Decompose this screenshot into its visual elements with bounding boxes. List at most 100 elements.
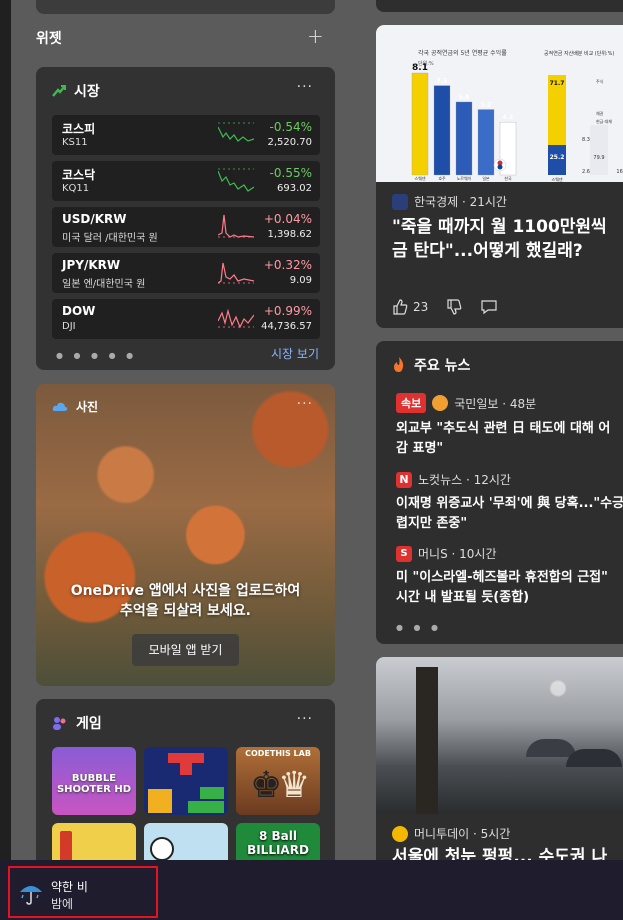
onedrive-cloud-icon [52, 402, 68, 411]
taskbar [0, 860, 623, 920]
news-meta: 속보 국민일보 · 48분 [396, 393, 623, 413]
news-item[interactable]: 속보 국민일보 · 48분 외교부 "추도식 관련 日 태도에 대해 어 감 표… [396, 393, 623, 459]
news-meta: S 머니S · 10시간 [396, 545, 623, 562]
ticker-change: -0.55% [269, 166, 312, 180]
like-count: 23 [413, 300, 429, 314]
game-tile-chess[interactable]: CODETHIS LAB ♚ ♛ [236, 747, 320, 815]
top-news-header: 주요 뉴스 [392, 355, 470, 375]
umbrella-rain-icon[interactable] [18, 880, 44, 906]
ticker-name: 코스닥 [62, 168, 96, 182]
thumbs-down-icon[interactable] [446, 299, 462, 315]
news-headline-line2: 시간 내 발표될 듯(종합) [396, 590, 530, 605]
ticker-price: 2,520.70 [267, 137, 312, 148]
game-tile-blocks[interactable] [144, 747, 228, 815]
ticker-change: +0.99% [263, 304, 312, 318]
ticker-code: KS11 [62, 137, 88, 148]
top-story-stub[interactable] [376, 0, 623, 12]
weather-time[interactable]: 밤에 [51, 895, 73, 912]
like-button[interactable]: 23 [392, 299, 428, 315]
story-source: 한국경제 · 21시간 [392, 193, 507, 210]
story-infographic: 각국 공적연금의 5년 연평균 수익률 단위:% 8.1 스웨덴 7.1 호주 5.8 노르웨… [376, 25, 623, 182]
ticker-price: 1,398.62 [267, 229, 312, 240]
market-row-dow[interactable]: DOW DJI +0.99% 44,736.57 [52, 299, 320, 339]
widgets-panel: 위젯 + 시장 ··· 코스피 KS11 -0.54% 2,520.70 코스닥… [0, 0, 623, 860]
story-headline[interactable]: "죽을 때까지 월 1100만원씩 금 탄다"...어떻게 했길래? [392, 215, 623, 263]
photos-message-line2: 추억을 되살려 보세요. [120, 603, 251, 619]
top-news-card[interactable]: 주요 뉴스 속보 국민일보 · 48분 외교부 "추도식 관련 日 태도에 대해… [376, 341, 623, 644]
market-widget[interactable]: 시장 ··· 코스피 KS11 -0.54% 2,520.70 코스닥 KQ11… [36, 67, 335, 370]
ticker-code: 미국 달러 /대한민국 원 [62, 233, 158, 244]
moneytoday-logo-icon [392, 825, 408, 842]
photos-message-line1: OneDrive 앱에서 사진을 업로드하여 [70, 583, 301, 599]
top-button-stub[interactable] [36, 0, 335, 14]
top-news-pager[interactable]: ● ● ● [396, 623, 442, 632]
infographic-legend: 현금·대체 [596, 118, 612, 124]
blocks-art [148, 753, 224, 813]
infographic-bar-label: 4.2 [503, 114, 514, 121]
story-headline[interactable]: 서울에 첫눈 펑펑... 수도권 나 [392, 845, 623, 860]
news-story-card[interactable]: 각국 공적연금의 5년 연평균 수익률 단위:% 8.1 스웨덴 7.1 호주 5.8 노르웨… [376, 25, 623, 328]
infographic-right-title: 공적연금 자산배분 비교 (단위:%) [544, 50, 614, 57]
breaking-badge: 속보 [396, 393, 427, 413]
news-source: 머니S · 10시간 [418, 547, 497, 561]
game-tile-pipes[interactable] [52, 823, 136, 860]
add-widget-button[interactable]: + [307, 24, 324, 48]
weather-condition[interactable]: 약한 비 [51, 878, 88, 895]
sparkline [218, 308, 254, 329]
infographic-left-title: 각국 공적연금의 5년 연평균 수익률 [418, 49, 507, 57]
market-header: 시장 [52, 81, 100, 101]
infographic-country: 일본 [482, 175, 490, 181]
infographic-value: 25.2 [550, 154, 565, 161]
ticker-code: DJI [62, 321, 76, 332]
sparkline [218, 168, 254, 192]
news-headline-line1: 외교부 "추도식 관련 日 태도에 대해 어 [396, 421, 611, 436]
market-row-kospi[interactable]: 코스피 KS11 -0.54% 2,520.70 [52, 115, 320, 155]
market-title: 시장 [74, 84, 100, 100]
photos-widget[interactable]: 사진 ··· OneDrive 앱에서 사진을 업로드하여 추억을 되살려 보세… [36, 384, 335, 686]
chess-queen-icon: ♛ [278, 765, 311, 806]
hankyung-logo-icon [392, 193, 408, 210]
korea-flag-icon [497, 164, 503, 170]
trending-up-icon [52, 85, 66, 97]
news-item[interactable]: N 노컷뉴스 · 12시간 이재명 위증교사 '무죄'에 與 당혹..."수긍 … [396, 471, 623, 534]
market-see-more-link[interactable]: 시장 보기 [271, 345, 319, 362]
infographic-bar [411, 72, 429, 176]
photos-more-button[interactable]: ··· [297, 396, 313, 412]
game-tile-label: BUBBLE SHOOTER HD [56, 773, 132, 795]
infographic-legend: 채권 [596, 110, 604, 116]
game-tile-billiard[interactable]: 8 Ball BILLIARD [236, 823, 320, 860]
sparkline [218, 262, 254, 284]
game-tile-bubble-shooter[interactable]: BUBBLE SHOOTER HD [52, 747, 136, 815]
market-row-jpykrw[interactable]: JPY/KRW 일본 엔/대한민국 원 +0.32% 9.09 [52, 253, 320, 293]
fire-icon [394, 357, 404, 372]
games-more-button[interactable]: ··· [297, 711, 313, 727]
story-source: 머니투데이 · 5시간 [392, 825, 510, 842]
game-tile-character[interactable] [144, 823, 228, 860]
widgets-title: 위젯 [36, 31, 62, 47]
news-item[interactable]: S 머니S · 10시간 미 "이스라엘-헤즈볼라 휴전합의 근접" 시간 내 … [396, 545, 623, 608]
top-news-title: 주요 뉴스 [414, 358, 471, 374]
market-row-usdkrw[interactable]: USD/KRW 미국 달러 /대한민국 원 +0.04% 1,398.62 [52, 207, 320, 247]
ticker-name: USD/KRW [62, 212, 127, 226]
infographic-bar-label: 8.1 [412, 63, 428, 73]
news-story-card-2[interactable]: 머니투데이 · 5시간 서울에 첫눈 펑펑... 수도권 나 [376, 657, 623, 860]
story-headline-line1: "죽을 때까지 월 1100만원씩 [392, 217, 607, 237]
moneys-logo-icon: S [396, 545, 412, 562]
games-widget[interactable]: 게임 ··· BUBBLE SHOOTER HD CODETHIS LAB ♚ … [36, 699, 335, 860]
ticker-name: 코스피 [62, 122, 96, 136]
ticker-name: JPY/KRW [62, 258, 121, 272]
market-more-button[interactable]: ··· [297, 79, 313, 95]
umbrella-shape [566, 749, 622, 767]
comment-icon[interactable] [480, 299, 498, 315]
news-headline-line1: 미 "이스라엘-헤즈볼라 휴전합의 근접" [396, 570, 608, 585]
ticker-price: 44,736.57 [261, 321, 312, 332]
story-image [376, 657, 623, 814]
get-mobile-app-button[interactable]: 모바일 앱 받기 [132, 634, 239, 666]
games-title: 게임 [76, 716, 102, 732]
market-pager[interactable]: ● ● ● ● ● [56, 351, 137, 360]
panel-edge [0, 0, 11, 860]
news-source: 노컷뉴스 · 12시간 [418, 473, 511, 487]
market-row-kosdaq[interactable]: 코스닥 KQ11 -0.55% 693.02 [52, 161, 320, 201]
infographic-legend: 주식 [596, 78, 604, 84]
infographic-value: 8.3 [582, 137, 590, 143]
